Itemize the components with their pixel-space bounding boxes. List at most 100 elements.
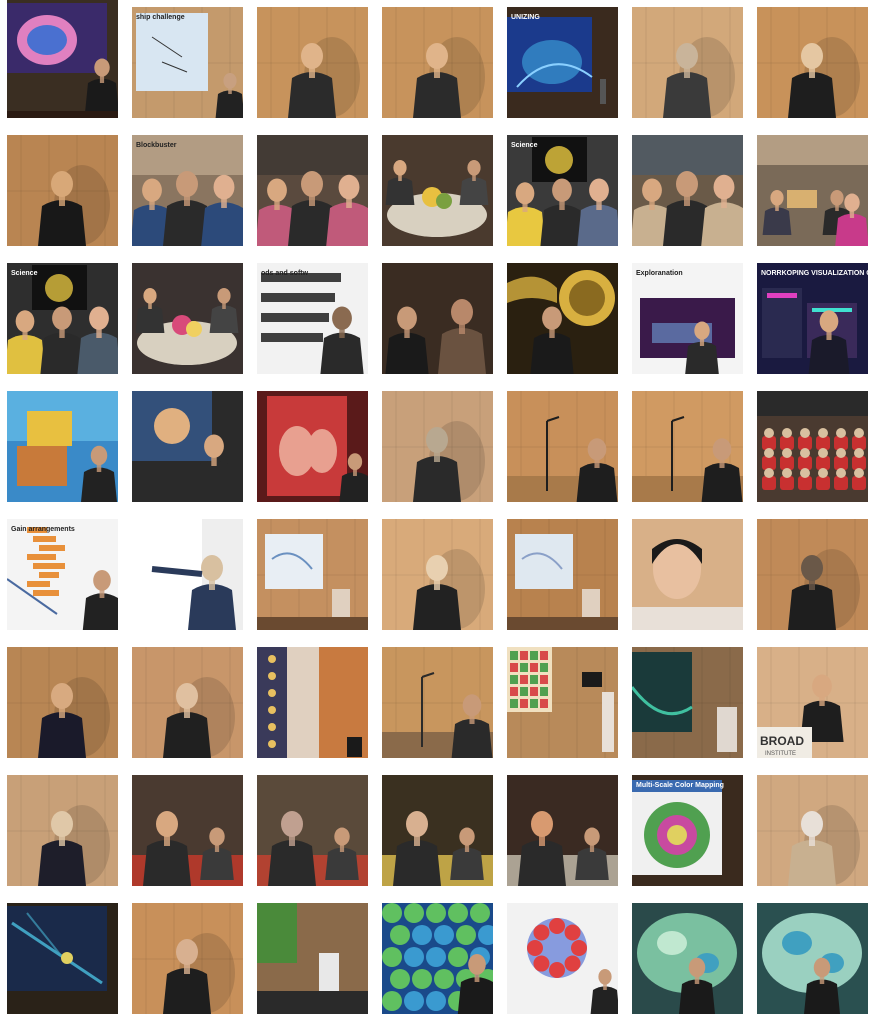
photo-tile-slide-title[interactable]: Exploranation xyxy=(632,263,743,374)
photo-tile-speaker-wood[interactable] xyxy=(257,7,368,118)
photo-tile-stage-jungle[interactable] xyxy=(257,903,368,1014)
photo-thumbnail xyxy=(132,263,243,374)
photo-grid: ship challenge UNIZING Blockbuster Science S… xyxy=(0,0,878,1024)
photo-tile-food-table[interactable] xyxy=(132,263,243,374)
photo-thumbnail: Multi-Scale Color Mapping xyxy=(632,775,743,886)
photo-thumbnail xyxy=(757,903,868,1014)
photo-thumbnail: Science xyxy=(7,263,118,374)
photo-tile-speaker-wood[interactable] xyxy=(757,519,868,630)
photo-thumbnail xyxy=(757,775,868,886)
photo-tile-crowd[interactable]: Blockbuster xyxy=(132,135,243,246)
photo-tile-slide-red-organ[interactable] xyxy=(257,391,368,502)
photo-tile-mic-stage[interactable] xyxy=(507,391,618,502)
photo-thumbnail xyxy=(507,647,618,758)
photo-thumbnail xyxy=(7,903,118,1014)
photo-tile-crowd-pink[interactable] xyxy=(757,135,868,246)
photo-thumbnail xyxy=(507,775,618,886)
photo-tile-podium-broad[interactable]: BROAD INSTITUTE BROAD INSTITUTE xyxy=(757,647,868,758)
photo-tile-food-table[interactable] xyxy=(382,135,493,246)
photo-tile-slide-virus[interactable] xyxy=(507,903,618,1014)
photo-tile-speaker-wood[interactable] xyxy=(7,647,118,758)
photo-thumbnail xyxy=(507,519,618,630)
slide-caption: Gain arrangements xyxy=(11,526,75,533)
photo-thumbnail xyxy=(757,519,868,630)
photo-tile-speaker-wood[interactable] xyxy=(382,7,493,118)
photo-tile-crowd[interactable] xyxy=(632,135,743,246)
photo-tile-slide-kid[interactable] xyxy=(132,391,243,502)
photo-tile-speaker-wood[interactable] xyxy=(632,7,743,118)
photo-tile-slide-green-mesh[interactable] xyxy=(757,903,868,1014)
slide-caption: NORRKOPING VISUALIZATION CENTER xyxy=(761,270,868,277)
photo-thumbnail xyxy=(757,135,868,246)
photo-tile-stage-screen[interactable] xyxy=(507,519,618,630)
photo-tile-crowd[interactable] xyxy=(257,135,368,246)
photo-tile-audience-red[interactable] xyxy=(257,775,368,886)
photo-thumbnail: Blockbuster xyxy=(132,135,243,246)
photo-thumbnail xyxy=(7,647,118,758)
photo-tile-slide-gold[interactable] xyxy=(507,263,618,374)
photo-tile-slide-green-mesh[interactable] xyxy=(632,903,743,1014)
photo-tile-audience-red[interactable] xyxy=(132,775,243,886)
photo-tile-closeup-face[interactable] xyxy=(632,519,743,630)
photo-tile-mic-stage[interactable] xyxy=(382,647,493,758)
photo-tile-slide-cells-blue[interactable] xyxy=(382,903,493,1014)
photo-tile-speaker-wood[interactable] xyxy=(7,135,118,246)
photo-tile-stage-screen[interactable] xyxy=(257,519,368,630)
photo-tile-auditorium[interactable] xyxy=(757,391,868,502)
photo-thumbnail: BROAD INSTITUTE BROAD INSTITUTE xyxy=(757,647,868,758)
photo-thumbnail xyxy=(507,903,618,1014)
photo-thumbnail xyxy=(132,391,243,502)
photo-tile-speaker-wood[interactable] xyxy=(132,903,243,1014)
photo-tile-slide-grid-colors[interactable] xyxy=(507,647,618,758)
photo-thumbnail xyxy=(257,647,368,758)
photo-thumbnail xyxy=(7,391,118,502)
photo-tile-night-building[interactable]: NORRKOPING VISUALIZATION CENTER xyxy=(757,263,868,374)
photo-tile-slide-text-speaker[interactable]: ods and softw xyxy=(257,263,368,374)
photo-tile-slide-blue-body[interactable]: UNIZING xyxy=(507,7,618,118)
photo-tile-crowd-science[interactable]: Science xyxy=(7,263,118,374)
photo-tile-slide-cell[interactable]: Multi-Scale Color Mapping xyxy=(632,775,743,886)
photo-tile-slide-particle[interactable] xyxy=(7,903,118,1014)
slide-caption: ods and softw xyxy=(261,270,309,277)
photo-tile-speaker-wood[interactable] xyxy=(7,775,118,886)
photo-tile-slide-white-pointer[interactable] xyxy=(132,519,243,630)
photo-thumbnail xyxy=(7,775,118,886)
photo-tile-slide-orange-bars[interactable]: Gain arrangements xyxy=(7,519,118,630)
photo-thumbnail xyxy=(257,519,368,630)
photo-tile-slide-purple-cell[interactable] xyxy=(7,0,118,111)
photo-thumbnail: Science xyxy=(507,135,618,246)
photo-tile-speaker-wood[interactable] xyxy=(132,647,243,758)
photo-tile-slide-teal[interactable] xyxy=(632,647,743,758)
photo-tile-slide-diagram[interactable]: ship challenge xyxy=(132,7,243,118)
photo-tile-speaker-wood[interactable] xyxy=(757,7,868,118)
photo-thumbnail: UNIZING xyxy=(507,7,618,118)
photo-thumbnail xyxy=(632,135,743,246)
photo-thumbnail xyxy=(382,903,493,1014)
photo-thumbnail xyxy=(257,7,368,118)
photo-tile-audience-red[interactable] xyxy=(507,775,618,886)
photo-tile-slide-map[interactable] xyxy=(7,391,118,502)
photo-thumbnail xyxy=(382,391,493,502)
photo-thumbnail xyxy=(632,7,743,118)
photo-thumbnail xyxy=(382,135,493,246)
photo-thumbnail xyxy=(257,775,368,886)
photo-tile-speaker-wood[interactable] xyxy=(382,391,493,502)
photo-thumbnail xyxy=(257,903,368,1014)
photo-tile-mic-stage[interactable] xyxy=(632,391,743,502)
photo-thumbnail xyxy=(7,135,118,246)
photo-thumbnail xyxy=(507,263,618,374)
photo-tile-slide-lights[interactable] xyxy=(257,647,368,758)
photo-tile-dark-audience[interactable] xyxy=(382,263,493,374)
svg-text:BROAD: BROAD xyxy=(760,734,804,748)
photo-thumbnail xyxy=(382,519,493,630)
photo-thumbnail: NORRKOPING VISUALIZATION CENTER xyxy=(757,263,868,374)
photo-thumbnail: ods and softw xyxy=(257,263,368,374)
photo-thumbnail xyxy=(257,135,368,246)
photo-thumbnail xyxy=(257,391,368,502)
photo-tile-speaker-wood[interactable] xyxy=(757,775,868,886)
photo-thumbnail: ship challenge xyxy=(132,7,243,118)
photo-tile-audience-red[interactable] xyxy=(382,775,493,886)
photo-tile-speaker-wood[interactable] xyxy=(382,519,493,630)
photo-tile-crowd-science[interactable]: Science xyxy=(507,135,618,246)
slide-caption: BROAD INSTITUTE xyxy=(761,654,825,661)
